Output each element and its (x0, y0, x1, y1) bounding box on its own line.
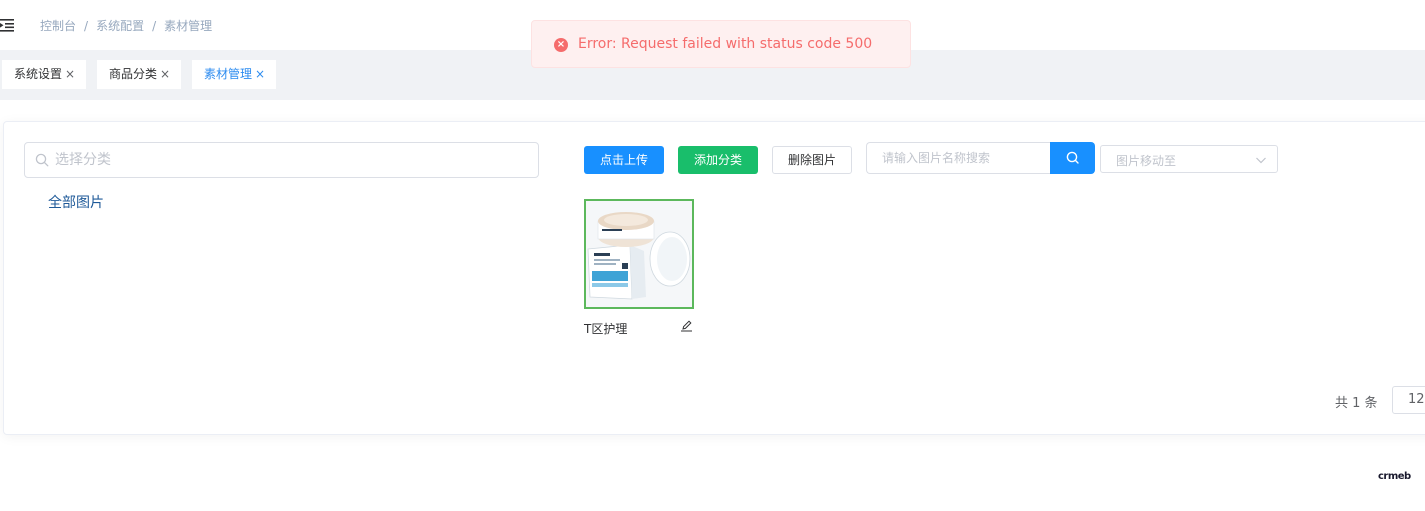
search-icon (1066, 151, 1079, 164)
breadcrumb-item-system-config[interactable]: 系统配置 (96, 19, 144, 33)
breadcrumb: 控制台 / 系统配置 / 素材管理 (40, 17, 212, 34)
menu-fold-icon[interactable] (0, 17, 16, 33)
move-to-select[interactable]: 图片移动至 (1100, 145, 1278, 173)
error-toast: × Error: Request failed with status code… (531, 20, 911, 68)
error-circle-icon: × (554, 38, 568, 52)
toast-message: Error: Request failed with status code 5… (578, 36, 873, 52)
breadcrumb-separator: / (152, 19, 157, 33)
tag-product-category[interactable]: 商品分类 × (97, 60, 182, 89)
tag-label: 系统设置 (14, 67, 63, 81)
category-select[interactable] (24, 142, 539, 178)
tag-system-settings[interactable]: 系统设置 × (2, 60, 87, 89)
delete-image-button[interactable]: 删除图片 (772, 146, 852, 174)
tag-label: 素材管理 (204, 67, 253, 81)
upload-button[interactable]: 点击上传 (584, 146, 664, 174)
image-search-button[interactable] (1050, 142, 1095, 174)
page-size-select[interactable]: 12 (1392, 386, 1425, 414)
image-search-input[interactable] (866, 142, 1051, 174)
category-item-all-images[interactable]: 全部图片 (48, 192, 104, 212)
category-search-input[interactable] (55, 143, 525, 177)
image-name: T区护理 (584, 322, 628, 336)
image-search-group (866, 142, 1095, 174)
add-category-button[interactable]: 添加分类 (678, 146, 758, 174)
pagination-total: 共 1 条 (1335, 396, 1378, 411)
breadcrumb-separator: / (84, 19, 89, 33)
search-icon (35, 153, 49, 167)
tag-material-management[interactable]: 素材管理 × (192, 60, 277, 89)
crmeb-logo: crmeb (1378, 471, 1411, 482)
tag-label: 商品分类 (109, 67, 158, 81)
edit-icon[interactable] (680, 319, 693, 332)
image-thumbnail[interactable] (584, 199, 694, 309)
close-icon[interactable]: × (255, 60, 265, 89)
breadcrumb-item-material: 素材管理 (164, 19, 213, 33)
close-icon[interactable]: × (65, 60, 75, 89)
product-jar-image (586, 201, 692, 307)
move-to-placeholder: 图片移动至 (1116, 154, 1177, 168)
chevron-down-icon (1256, 157, 1266, 164)
material-card: 全部图片 点击上传 添加分类 删除图片 图片移动至 (3, 121, 1425, 435)
close-icon[interactable]: × (160, 60, 170, 89)
breadcrumb-item-dashboard[interactable]: 控制台 (40, 19, 76, 33)
